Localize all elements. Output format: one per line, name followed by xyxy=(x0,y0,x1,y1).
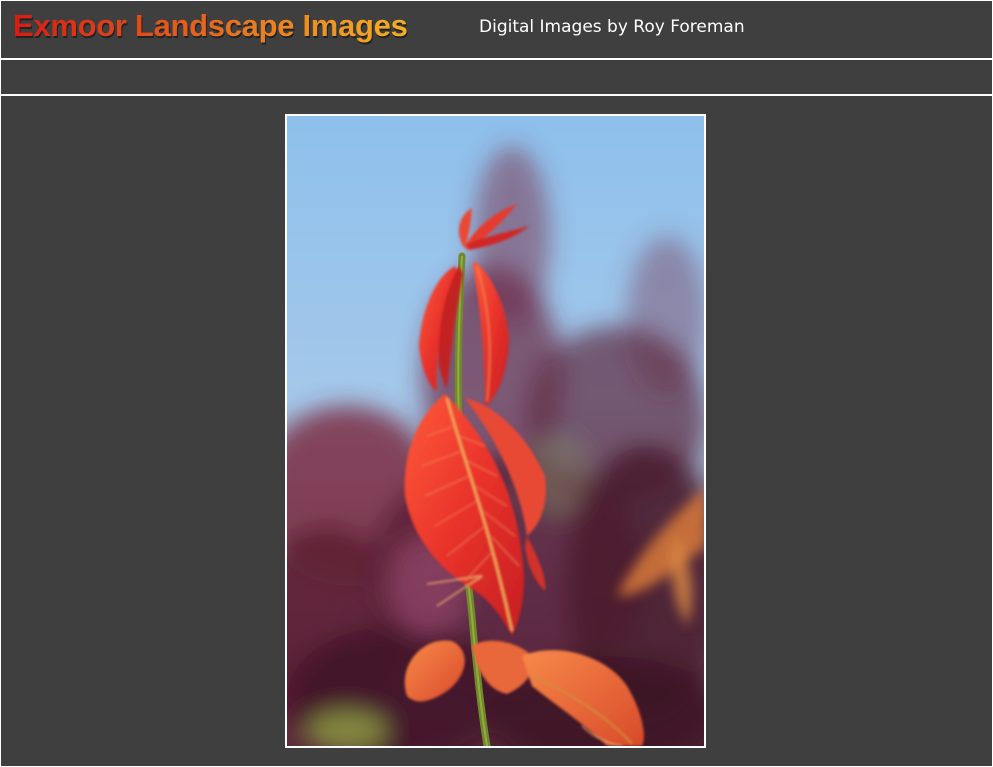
nav-bar xyxy=(1,60,992,94)
page: Exmoor Landscape Images Digital Images b… xyxy=(1,1,992,766)
main-photo xyxy=(285,114,706,748)
nav-divider xyxy=(1,94,992,96)
red-leaf-shoot-photo xyxy=(287,116,704,746)
site-title[interactable]: Exmoor Landscape Images xyxy=(13,8,408,44)
site-subtitle: Digital Images by Roy Foreman xyxy=(479,17,745,37)
site-header: Exmoor Landscape Images Digital Images b… xyxy=(1,1,992,59)
